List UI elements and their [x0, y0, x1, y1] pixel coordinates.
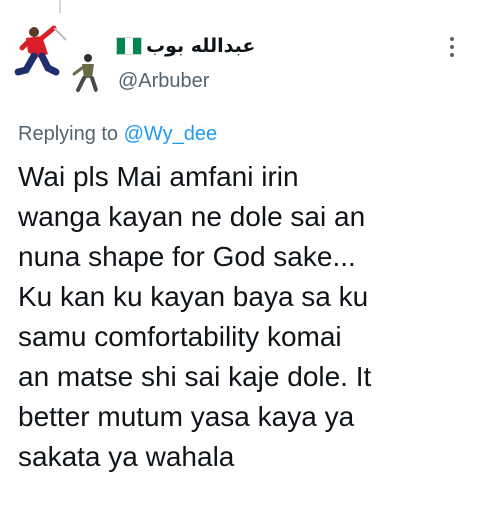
reply-mention-link[interactable]: @Wy_dee — [124, 123, 218, 145]
tweet-text-line: Ku kan ku kayan baya sa ku — [18, 281, 369, 312]
author-name-row[interactable]: عبدالله بوب — [116, 32, 255, 60]
tweet-text-line: wanga kayan ne dole sai an — [18, 201, 366, 232]
tweet-text-line: sakata ya wahala — [18, 441, 235, 472]
more-options-icon[interactable] — [440, 30, 464, 64]
tweet-text: Wai pls Mai amfani irin wanga kayan ne d… — [18, 157, 468, 477]
tweet-text-line: nuna shape for God sake... — [18, 241, 356, 272]
tweet-text-line: better mutum yasa kaya ya — [18, 401, 355, 432]
nigeria-flag-icon — [116, 37, 142, 55]
tweet-text-line: samu comfortability komai — [18, 321, 342, 352]
replying-to-line: Replying to @Wy_dee — [18, 123, 217, 146]
replying-to-label: Replying to — [18, 123, 119, 145]
tweet-text-line: an matse shi sai kaje dole. It — [18, 361, 372, 392]
avatar-illustration-icon — [14, 25, 98, 92]
author-handle[interactable]: @Arbuber — [118, 70, 209, 93]
author-display-name[interactable]: عبدالله بوب — [146, 35, 255, 57]
thread-connector-line — [59, 0, 61, 13]
author-avatar[interactable] — [14, 18, 106, 110]
tweet-text-line: Wai pls Mai amfani irin — [18, 161, 299, 192]
